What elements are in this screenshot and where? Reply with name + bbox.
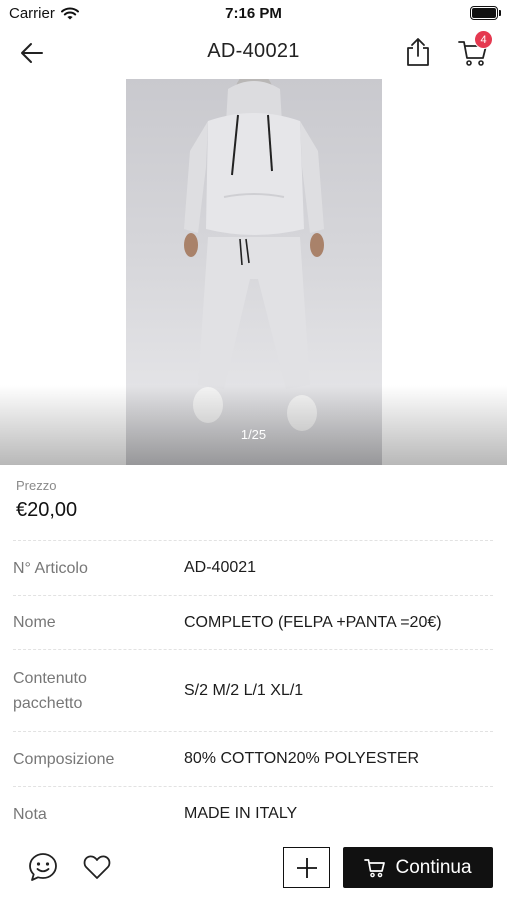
bottom-action-bar: Continua xyxy=(0,835,507,900)
price-label: Prezzo xyxy=(16,478,57,493)
status-bar: Carrier 7:16 PM xyxy=(0,0,507,28)
cart-icon xyxy=(364,858,386,877)
product-details: N° Articolo AD-40021 Nome COMPLETO (FELP… xyxy=(13,540,493,841)
continue-label: Continua xyxy=(395,856,472,878)
detail-label: N° Articolo xyxy=(13,559,88,577)
cart-badge: 4 xyxy=(474,30,493,49)
detail-value: 80% COTTON20% POLYESTER xyxy=(184,750,420,767)
detail-label: Nome xyxy=(13,614,56,631)
heart-icon xyxy=(83,855,111,879)
detail-label: Composizione xyxy=(13,750,115,768)
share-button[interactable] xyxy=(402,36,434,68)
detail-row: Nome COMPLETO (FELPA +PANTA =20€) xyxy=(13,595,493,649)
detail-row: Nota MADE IN ITALY xyxy=(13,786,493,841)
chat-button[interactable] xyxy=(27,851,59,883)
image-counter: 1/25 xyxy=(240,427,267,442)
battery-icon xyxy=(470,6,501,20)
favorite-button[interactable] xyxy=(82,852,112,882)
chat-icon xyxy=(29,853,57,881)
detail-value: S/2 M/2 L/1 XL/1 xyxy=(184,681,304,699)
price-value: €20,00 xyxy=(16,499,78,521)
detail-value: MADE IN ITALY xyxy=(184,805,298,822)
detail-label: Contenuto pacchetto xyxy=(13,669,87,712)
nav-bar: AD-40021 4 xyxy=(0,28,507,78)
add-button[interactable] xyxy=(283,847,330,888)
plus-icon xyxy=(296,857,317,878)
detail-row: Composizione 80% COTTON20% POLYESTER xyxy=(13,731,493,786)
status-time: 7:16 PM xyxy=(225,5,282,22)
continue-button[interactable]: Continua xyxy=(343,847,493,888)
detail-row: Contenuto pacchetto S/2 M/2 L/1 XL/1 xyxy=(13,649,493,731)
detail-value: COMPLETO (FELPA +PANTA =20€) xyxy=(184,613,442,631)
detail-row: N° Articolo AD-40021 xyxy=(13,540,493,595)
detail-label: Nota xyxy=(13,805,47,823)
product-image-gallery[interactable]: 1/25 xyxy=(0,79,507,465)
image-shade xyxy=(0,385,507,465)
detail-value: AD-40021 xyxy=(184,559,257,576)
share-icon xyxy=(407,38,429,66)
price-section: Prezzo €20,00 xyxy=(16,478,77,522)
